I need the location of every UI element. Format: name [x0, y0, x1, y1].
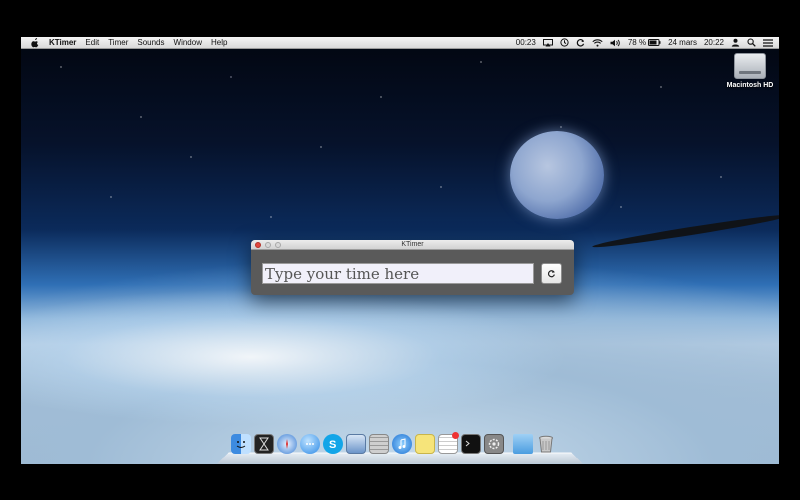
hard-drive-icon: [734, 53, 766, 79]
volume-icon[interactable]: [610, 39, 621, 47]
calculator-icon[interactable]: [369, 434, 389, 454]
skype-icon[interactable]: S: [323, 434, 343, 454]
search-icon[interactable]: [747, 38, 756, 47]
window-title: KTimer: [401, 241, 424, 248]
itunes-icon[interactable]: [392, 434, 412, 454]
time-machine-icon[interactable]: [560, 38, 569, 47]
macintosh-hd-label: Macintosh HD: [726, 82, 774, 89]
menu-help[interactable]: Help: [211, 38, 227, 47]
reset-button[interactable]: [541, 263, 562, 284]
timer-readout[interactable]: 00:23: [516, 38, 536, 47]
battery-status[interactable]: 78 %: [628, 38, 661, 47]
dock: S: [217, 430, 583, 464]
clock-label[interactable]: 20:22: [704, 38, 724, 47]
menu-timer[interactable]: Timer: [108, 38, 128, 47]
menu-edit[interactable]: Edit: [85, 38, 99, 47]
menu-sounds[interactable]: Sounds: [137, 38, 164, 47]
moon-wallpaper: [510, 131, 604, 219]
dock-shelf: [217, 452, 583, 464]
messages-icon[interactable]: [300, 434, 320, 454]
wifi-icon[interactable]: [592, 38, 603, 47]
safari-icon[interactable]: [277, 434, 297, 454]
airplay-icon[interactable]: [542, 38, 553, 47]
system-prefs-icon[interactable]: [484, 434, 504, 454]
trash-icon[interactable]: [536, 434, 556, 454]
notification-badge: [452, 432, 459, 439]
battery-percent: 78 %: [627, 38, 647, 47]
wallpaper-streak: [591, 211, 779, 251]
sync-icon[interactable]: [576, 38, 585, 47]
terminal-icon[interactable]: [461, 434, 481, 454]
battery-icon: [648, 39, 661, 46]
menu-window[interactable]: Window: [174, 38, 202, 47]
menu-bar: KTimer Edit Timer Sounds Window Help 00:…: [21, 37, 779, 49]
menu-app-name[interactable]: KTimer: [49, 38, 76, 47]
finder-icon[interactable]: [231, 434, 251, 454]
ktimer-icon[interactable]: [254, 434, 274, 454]
refresh-icon: [547, 265, 556, 283]
preview-icon[interactable]: [346, 434, 366, 454]
date-label[interactable]: 24 mars: [668, 38, 697, 47]
svg-text:S: S: [329, 439, 336, 450]
apple-icon[interactable]: [30, 37, 40, 48]
window-titlebar[interactable]: KTimer: [251, 240, 574, 250]
window-body: [251, 250, 574, 295]
macintosh-hd-desktop-icon[interactable]: Macintosh HD: [726, 53, 774, 90]
stickies-icon[interactable]: [415, 434, 435, 454]
ktimer-window: KTimer: [251, 240, 574, 295]
user-icon[interactable]: [731, 38, 740, 47]
list-icon[interactable]: [763, 38, 773, 47]
time-input[interactable]: [262, 263, 534, 284]
folder-icon[interactable]: [513, 434, 533, 454]
desktop-screen: KTimer Edit Timer Sounds Window Help 00:…: [21, 37, 779, 464]
textedit-icon[interactable]: [438, 432, 459, 454]
